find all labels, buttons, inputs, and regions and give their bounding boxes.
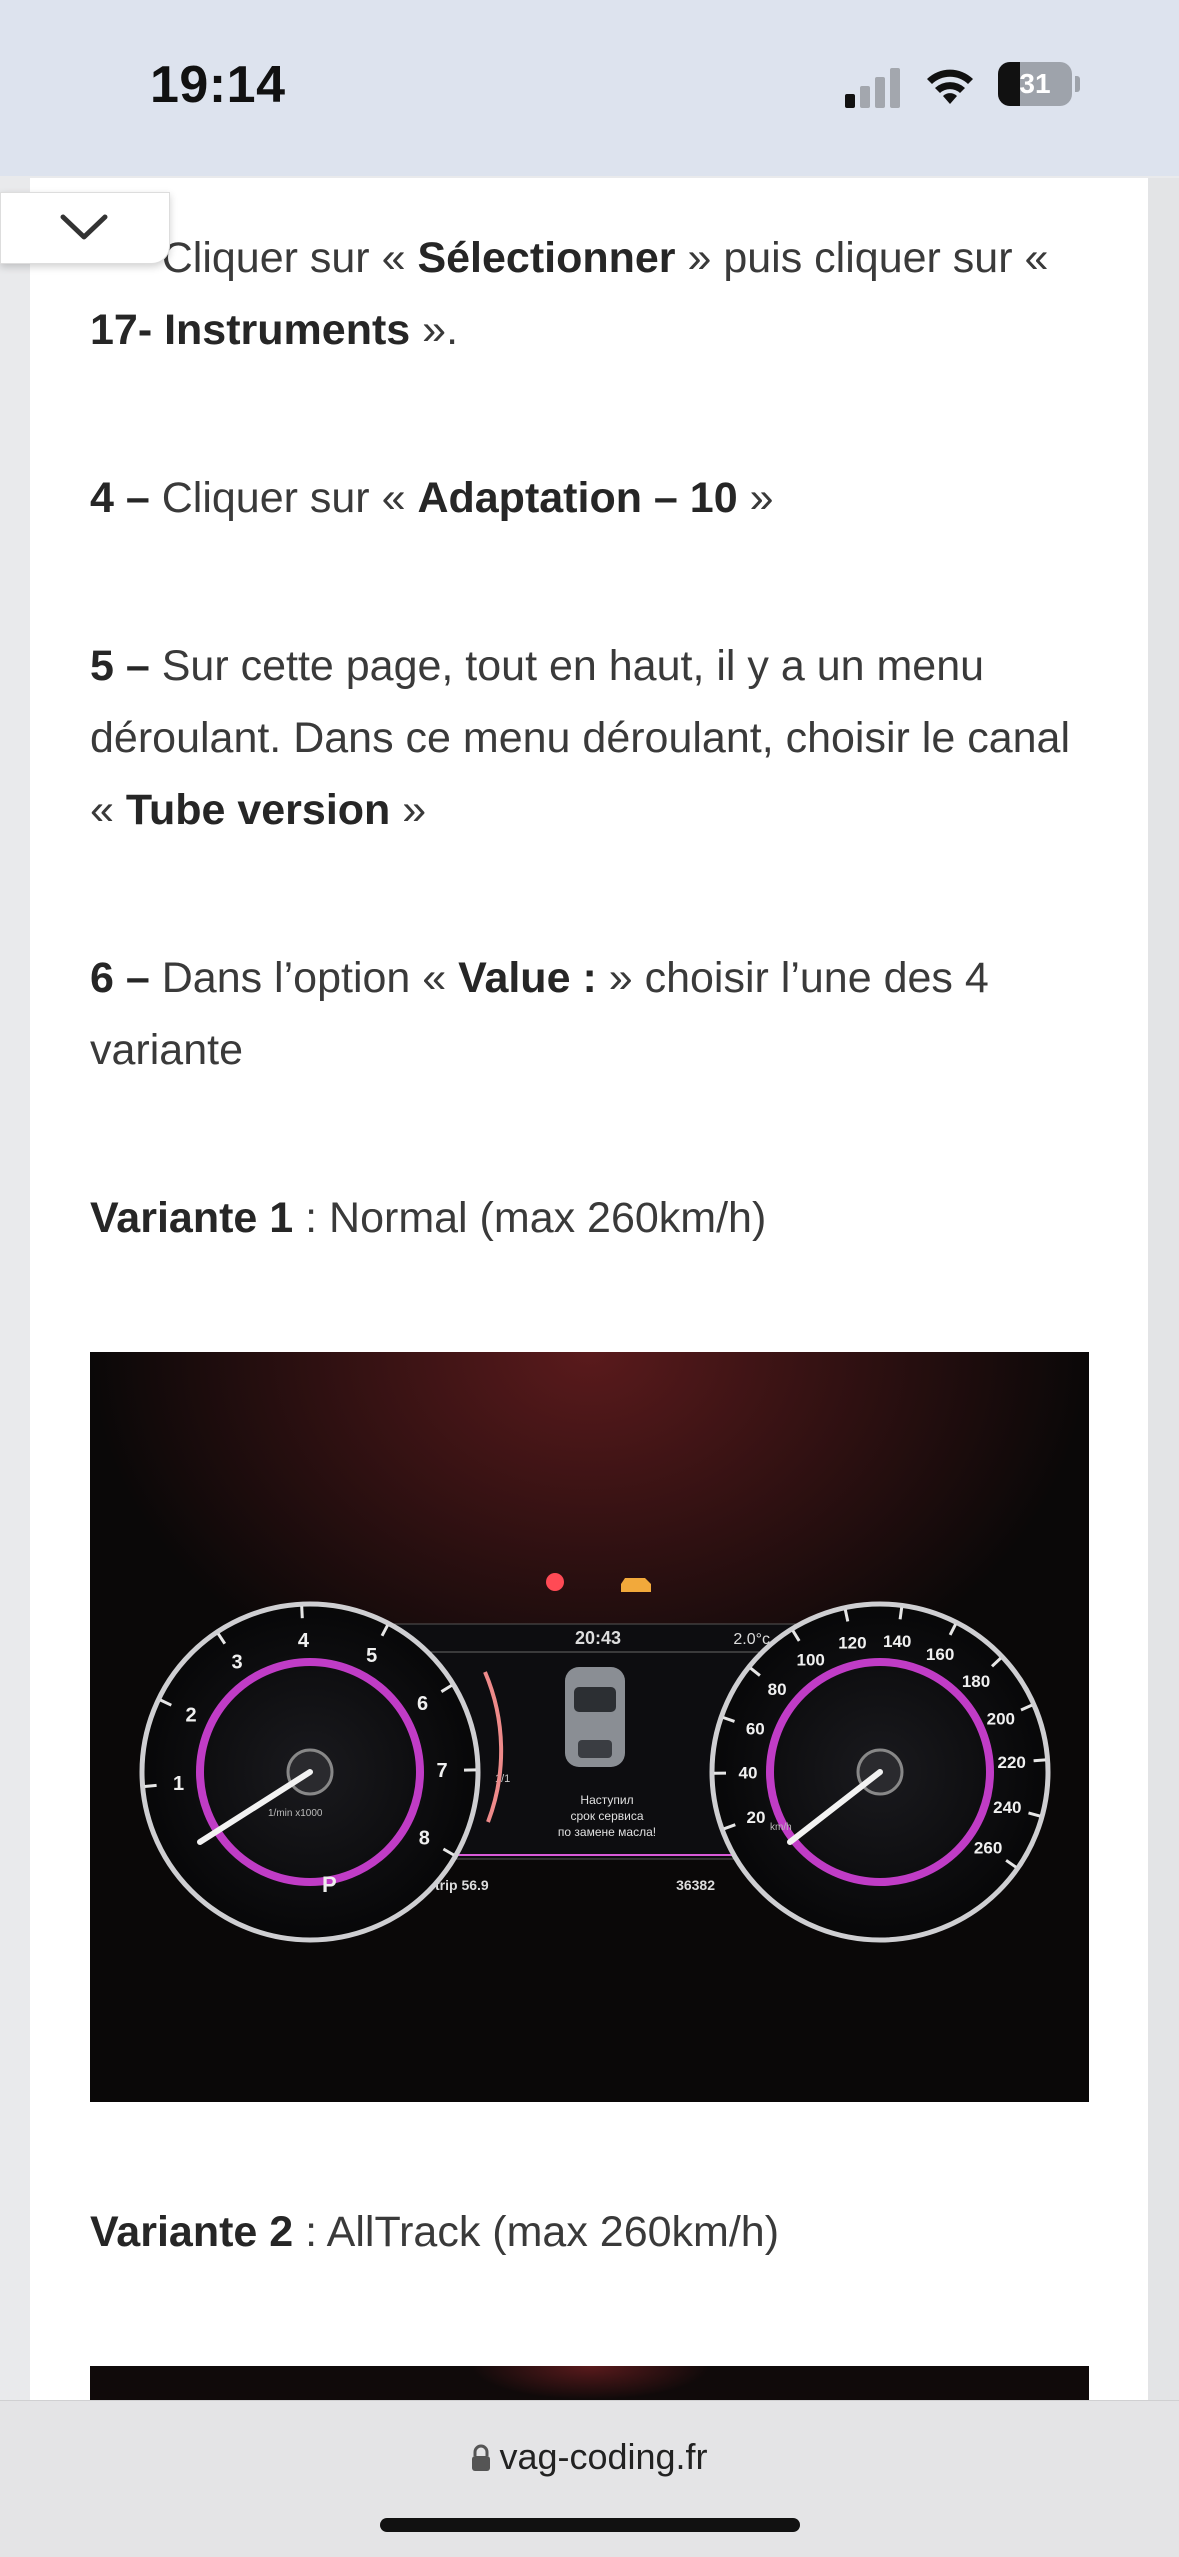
service-message-2: срок сервиса [570,1809,643,1823]
speed-tick-label: 80 [768,1680,787,1699]
speed-tick-label: 120 [838,1634,866,1653]
cellular-signal-icon [845,66,905,108]
variant-2-heading: Variante 2 : AllTrack (max 260km/h) [90,2196,1100,2268]
cluster-photo-2 [90,2366,1089,2400]
rpm-tick-label: 3 [231,1652,242,1674]
speed-tick-label: 160 [926,1645,954,1664]
status-time: 19:14 [150,55,286,115]
rpm-tick-label: 4 [298,1630,310,1652]
rpm-tick-label: 6 [417,1693,428,1715]
rpm-tick-label: 1 [173,1773,184,1795]
service-message-1: Наступил [580,1793,633,1807]
svg-text:1/min x1000: 1/min x1000 [268,1808,323,1819]
cluster-clock: 20:43 [575,1628,621,1648]
rpm-tick-label: 7 [436,1760,447,1782]
speed-tick-label: 20 [747,1808,766,1827]
engine-warning-icon [621,1578,651,1592]
collapse-header-button[interactable] [0,192,170,264]
odometer-readout: 36382 [676,1877,715,1893]
speed-tick-label-mark [900,1607,902,1619]
variant-1-heading: Variante 1 : Normal (max 260km/h) [90,1182,1100,1254]
service-message-3: по замене масла! [558,1825,656,1839]
step-5: 5 – Sur cette page, tout en haut, il y a… [90,630,1100,846]
lock-icon [471,2439,491,2467]
battery-level: 31 [998,62,1072,106]
instrument-cluster-image: 20:43 2.0°c 1/1 Наступил срок сервиса по… [90,1352,1089,2102]
battery-icon: 31 [998,62,1072,106]
speed-tick-label: 40 [739,1764,758,1783]
browser-address-bar[interactable] [0,2400,1179,2557]
step-6: 6 – Dans l’option « Value : » choisir l’… [90,942,1100,1086]
rpm-tick-label: 5 [366,1645,377,1667]
trip-readout: trip 56.9 [435,1877,489,1893]
rpm-tick-label: 8 [419,1828,430,1850]
url-text: vag-coding.fr [499,2436,707,2477]
speed-tick-label: 260 [974,1838,1002,1857]
svg-text:km/h: km/h [770,1822,792,1833]
cluster-photo: 20:43 2.0°c 1/1 Наступил срок сервиса по… [90,1352,1089,2102]
speedometer-gauge: 20 40 60 80 100 120 140 160 180 200 220 240 260 km/h [712,1604,1048,1940]
rpm-tick-label-mark [302,1606,303,1618]
speed-tick-label: 100 [797,1650,825,1669]
wifi-icon [924,64,976,108]
speed-tick-label: 200 [987,1710,1015,1729]
rpm-tick-label: 2 [186,1704,197,1726]
page-right-edge [1148,178,1179,2400]
step-3: 3 – Cliquer sur « Sélectionner » puis cl… [90,222,1100,366]
speed-tick-label: 140 [883,1632,911,1651]
speed-tick-label: 240 [993,1798,1021,1817]
home-indicator[interactable] [380,2518,800,2532]
brake-warning-icon [546,1573,564,1591]
cluster-temp: 2.0°c [733,1631,770,1648]
url-display[interactable]: vag-coding.fr [0,2436,1179,2478]
speed-tick-label: 180 [962,1672,990,1691]
status-bar: 19:14 31 [0,0,1179,176]
gear-indicator: P [322,1872,337,1897]
step-4: 4 – Cliquer sur « Adaptation – 10 » [90,462,1100,534]
chevron-down-icon [59,211,109,243]
speed-tick-label: 220 [998,1753,1026,1772]
speed-tick-label-mark [1034,1760,1046,1761]
rpm-tick-label-mark [145,1785,157,1786]
speed-tick-label: 60 [746,1719,765,1738]
